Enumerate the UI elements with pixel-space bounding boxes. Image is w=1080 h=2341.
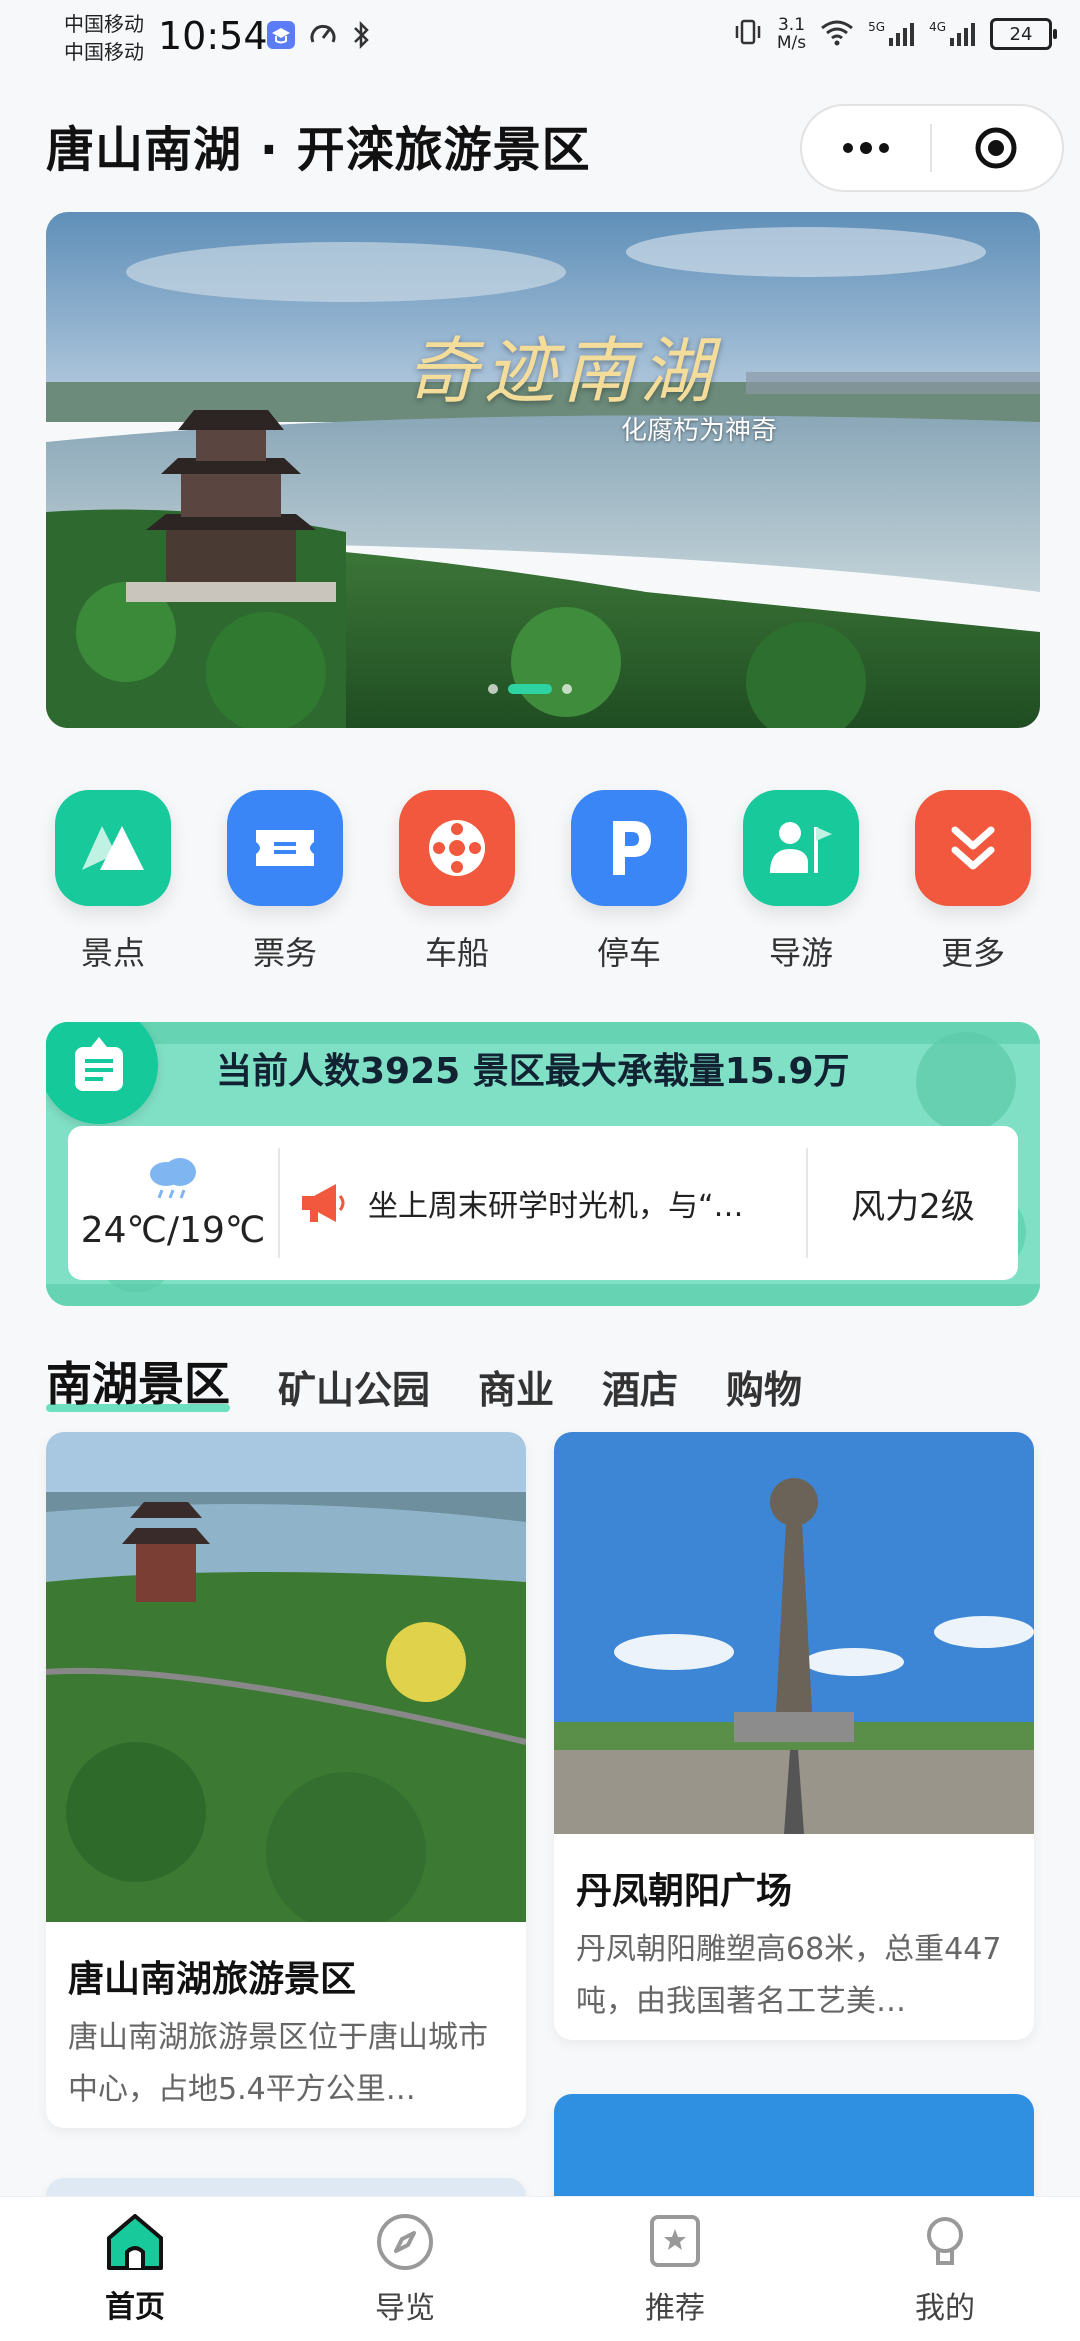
mini-program-capsule	[800, 104, 1064, 192]
scenic-info-panel: 当前人数3925 景区最大承载量15.9万 24℃/19℃ 坐上周末研学时光机，…	[46, 1022, 1040, 1306]
network-type-2: 4G	[929, 20, 946, 34]
profile-icon	[927, 2217, 963, 2265]
tab-hotel[interactable]: 酒店	[602, 1359, 678, 1414]
quick-item-label: 停车	[596, 934, 661, 972]
nav-home[interactable]: 首页	[35, 2212, 235, 2326]
education-app-icon	[266, 20, 296, 54]
announcement-text: 坐上周末研学时光机，与“…	[368, 1189, 744, 1224]
weather-temperature: 24℃/19℃	[80, 1209, 266, 1251]
quick-access-grid: 景点 票务 车船 停车 导游 更多	[46, 790, 1040, 974]
category-tabs: 南湖景区 矿山公园 商业 酒店 购物	[46, 1348, 802, 1414]
tab-nanhu-scenic[interactable]: 南湖景区	[46, 1348, 230, 1414]
nav-label: 首页	[105, 2290, 165, 2325]
recommend-icon	[650, 2215, 700, 2267]
card-description: 唐山南湖旅游景区位于唐山城市中心，占地5.4平方公里…	[68, 2020, 488, 2107]
quick-item-label: 景点	[80, 934, 145, 972]
bottom-navigation: 首页 导览 推荐 我的	[0, 2196, 1080, 2341]
nav-label: 导览	[375, 2291, 435, 2326]
weather-widget: 24℃/19℃	[68, 1126, 278, 1280]
quick-item-label: 更多	[940, 934, 1005, 972]
nav-guide-map[interactable]: 导览	[305, 2211, 505, 2327]
quick-item-scenic[interactable]: 景点	[46, 790, 180, 974]
guide-icon	[743, 790, 859, 906]
carrier-1: 中国移动	[64, 12, 144, 36]
target-circle-icon	[975, 127, 1017, 169]
bluetooth-icon	[350, 20, 372, 54]
carrier-2: 中国移动	[64, 40, 144, 64]
card-title: 唐山南湖旅游景区	[68, 1959, 357, 2000]
megaphone-icon	[302, 1184, 345, 1222]
quick-item-guide[interactable]: 导游	[734, 790, 868, 974]
nav-recommend[interactable]: 推荐	[575, 2211, 775, 2327]
signal-bars-icon	[889, 23, 915, 46]
page-title: 唐山南湖 · 开滦旅游景区	[46, 122, 591, 178]
announcement-ticker[interactable]: 坐上周末研学时光机，与“…	[280, 1180, 806, 1226]
home-icon	[107, 2214, 163, 2270]
nav-profile[interactable]: 我的	[845, 2211, 1045, 2327]
more-options-button[interactable]	[802, 106, 930, 190]
quick-item-label: 导游	[768, 934, 833, 972]
wheel-icon	[399, 790, 515, 906]
net-speed-unit: M/s	[776, 33, 807, 53]
tab-mine-park[interactable]: 矿山公园	[278, 1359, 430, 1414]
pagination-dot-active	[508, 684, 552, 694]
quick-item-more[interactable]: 更多	[906, 790, 1040, 974]
status-time: 10:54	[158, 14, 268, 58]
status-bar: 中国移动 中国移动 10:54 3.1 M/s 5G 4G 24	[0, 0, 1080, 80]
signal-2: 4G	[929, 20, 976, 48]
more-icon	[915, 790, 1031, 906]
scenic-card[interactable]: 唐山南湖旅游景区 唐山南湖旅游景区位于唐山城市中心，占地5.4平方公里…	[46, 1432, 526, 2128]
speedometer-icon	[308, 20, 338, 54]
scenic-card-image	[554, 1432, 1034, 1834]
tab-business[interactable]: 商业	[478, 1359, 554, 1414]
close-miniprogram-button[interactable]	[932, 106, 1060, 190]
signal-bars-icon	[950, 23, 975, 46]
parking-icon	[571, 790, 687, 906]
hero-banner[interactable]: 奇迹南湖 化腐朽为神奇	[46, 212, 1040, 728]
quick-item-parking[interactable]: 停车	[562, 790, 696, 974]
pagination-dot	[488, 684, 498, 694]
compass-icon	[377, 2214, 433, 2270]
status-right-icons: 3.1 M/s 5G 4G 24	[733, 16, 1057, 52]
banner-title: 奇迹南湖	[406, 329, 719, 413]
carrier-names: 中国移动 中国移动	[64, 10, 144, 66]
pagination-dot	[562, 684, 572, 694]
wifi-icon	[820, 18, 854, 51]
quick-item-vehicles[interactable]: 车船	[390, 790, 524, 974]
tab-shopping[interactable]: 购物	[726, 1359, 802, 1414]
wind-level: 风力2级	[851, 1186, 975, 1227]
banner-pagination	[488, 684, 572, 694]
mountain-icon	[55, 790, 171, 906]
signal-1: 5G	[868, 20, 915, 48]
more-dots-icon	[843, 142, 889, 154]
quick-item-label: 车船	[424, 934, 489, 972]
ticket-icon	[227, 790, 343, 906]
battery-indicator: 24	[990, 18, 1057, 50]
nav-label: 推荐	[645, 2291, 705, 2326]
scenic-card-image	[46, 1432, 526, 1932]
rain-cloud-icon	[150, 1157, 196, 1199]
card-description: 丹凤朝阳雕塑高68米，总重447吨，由我国著名工艺美…	[576, 1932, 1002, 2019]
vibrate-icon	[733, 17, 763, 52]
net-speed-value: 3.1	[777, 15, 806, 35]
info-card: 24℃/19℃ 坐上周末研学时光机，与“… 风力2级	[68, 1126, 1018, 1280]
visitor-count-text: 当前人数3925 景区最大承载量15.9万	[216, 1051, 850, 1092]
network-type-1: 5G	[868, 20, 886, 34]
nav-label: 我的	[915, 2291, 975, 2326]
banner-subtitle: 化腐朽为神奇	[621, 416, 778, 446]
quick-item-label: 票务	[252, 934, 317, 972]
banner-landscape-image	[46, 212, 1040, 728]
net-speed: 3.1 M/s	[777, 16, 806, 52]
quick-item-tickets[interactable]: 票务	[218, 790, 352, 974]
card-title: 丹凤朝阳广场	[576, 1871, 793, 1912]
status-left-icons	[266, 20, 372, 54]
scenic-card[interactable]: 丹凤朝阳广场 丹凤朝阳雕塑高68米，总重447吨，由我国著名工艺美…	[554, 1432, 1034, 2040]
